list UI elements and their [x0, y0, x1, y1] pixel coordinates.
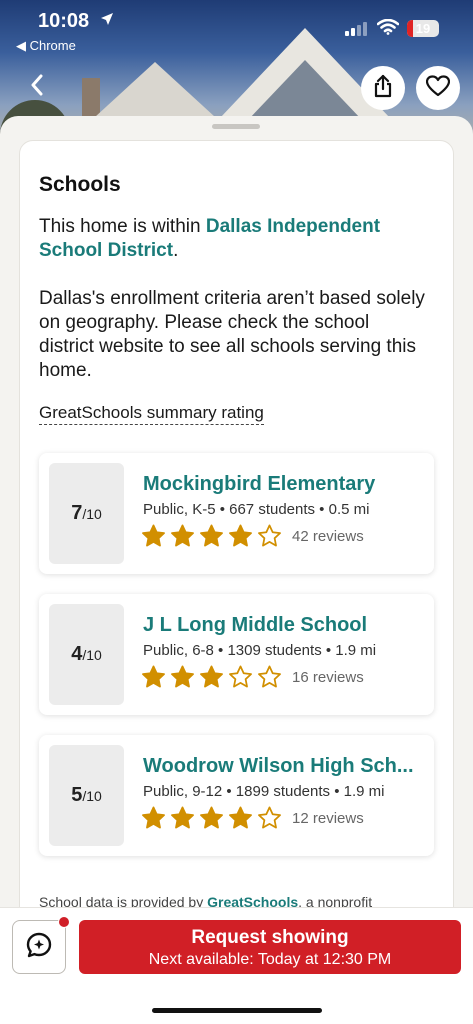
school-name[interactable]: J L Long Middle School — [143, 614, 423, 637]
star-filled-icon — [200, 665, 223, 688]
star-filled-icon — [142, 665, 165, 688]
favorite-button[interactable] — [416, 66, 460, 110]
greatschools-rating-label[interactable]: GreatSchools summary rating — [39, 403, 264, 425]
star-filled-icon — [200, 524, 223, 547]
share-button[interactable] — [361, 66, 405, 110]
school-name[interactable]: Mockingbird Elementary — [143, 473, 423, 496]
back-button[interactable] — [22, 72, 52, 102]
school-score-max: /10 — [82, 787, 102, 804]
share-icon — [373, 74, 393, 103]
school-meta: Public, K-5 • 667 students • 0.5 mi — [143, 501, 370, 518]
school-meta: Public, 6-8 • 1309 students • 1.9 mi — [143, 642, 377, 659]
roof-shape — [95, 62, 215, 117]
sheet-grabber[interactable] — [212, 124, 260, 129]
request-showing-label: Request showing — [191, 927, 349, 948]
school-name[interactable]: Woodrow Wilson High Sch... — [143, 755, 423, 778]
school-card[interactable]: 7/10 Mockingbird Elementary Public, K-5 … — [39, 453, 434, 574]
status-time: 10:08 — [38, 10, 90, 32]
star-filled-icon — [171, 665, 194, 688]
school-score: 4 — [71, 643, 83, 665]
star-filled-icon — [142, 806, 165, 829]
star-rating — [141, 664, 282, 689]
notification-dot — [58, 916, 70, 928]
star-filled-icon — [171, 806, 194, 829]
school-score-badge: 5/10 — [49, 745, 124, 846]
star-rating — [141, 523, 282, 548]
chevron-left-icon — [30, 74, 44, 101]
star-rating — [141, 805, 282, 830]
wifi-icon — [376, 18, 400, 40]
star-filled-icon — [229, 524, 252, 547]
review-count: 16 reviews — [292, 669, 364, 686]
bottom-action-bar: Request showing Next available: Today at… — [0, 907, 473, 1024]
school-score-max: /10 — [82, 505, 102, 522]
cellular-signal-icon — [345, 22, 369, 36]
section-title: Schools — [39, 173, 121, 196]
request-showing-button[interactable]: Request showing Next available: Today at… — [79, 920, 461, 974]
battery-level-text: 19 — [415, 21, 431, 36]
star-outline-icon — [229, 665, 252, 688]
school-card[interactable]: 5/10 Woodrow Wilson High Sch... Public, … — [39, 735, 434, 856]
intro-suffix: . — [173, 240, 179, 261]
chat-sparkle-icon — [25, 931, 53, 964]
next-available-text: Next available: Today at 12:30 PM — [148, 951, 392, 968]
gable-shape — [248, 60, 362, 120]
star-outline-icon — [258, 806, 281, 829]
school-score: 5 — [71, 784, 83, 806]
school-score-badge: 7/10 — [49, 463, 124, 564]
star-filled-icon — [142, 524, 165, 547]
school-card[interactable]: 4/10 J L Long Middle School Public, 6-8 … — [39, 594, 434, 715]
star-outline-icon — [258, 665, 281, 688]
intro-prefix: This home is within — [39, 216, 206, 237]
location-arrow-icon — [100, 12, 114, 29]
battery-indicator: 19 — [407, 20, 439, 37]
schools-card: Schools This home is within Dallas Indep… — [19, 140, 454, 916]
back-to-app-link[interactable]: ◀ Chrome — [16, 38, 76, 54]
details-sheet: Schools This home is within Dallas Indep… — [0, 116, 473, 916]
enrollment-criteria-text: Dallas's enrollment criteria aren’t base… — [39, 288, 425, 381]
school-score-badge: 4/10 — [49, 604, 124, 705]
review-count: 42 reviews — [292, 528, 364, 545]
school-score: 7 — [71, 502, 83, 524]
school-score-max: /10 — [82, 646, 102, 663]
star-outline-icon — [258, 524, 281, 547]
heart-icon — [425, 74, 451, 102]
district-intro: This home is within Dallas Independent S… — [39, 215, 429, 263]
school-meta: Public, 9-12 • 1899 students • 1.9 mi — [143, 783, 385, 800]
review-count: 12 reviews — [292, 810, 364, 827]
chat-button[interactable] — [12, 920, 66, 974]
star-filled-icon — [200, 806, 223, 829]
star-filled-icon — [229, 806, 252, 829]
star-filled-icon — [171, 524, 194, 547]
home-indicator[interactable] — [152, 1008, 322, 1013]
